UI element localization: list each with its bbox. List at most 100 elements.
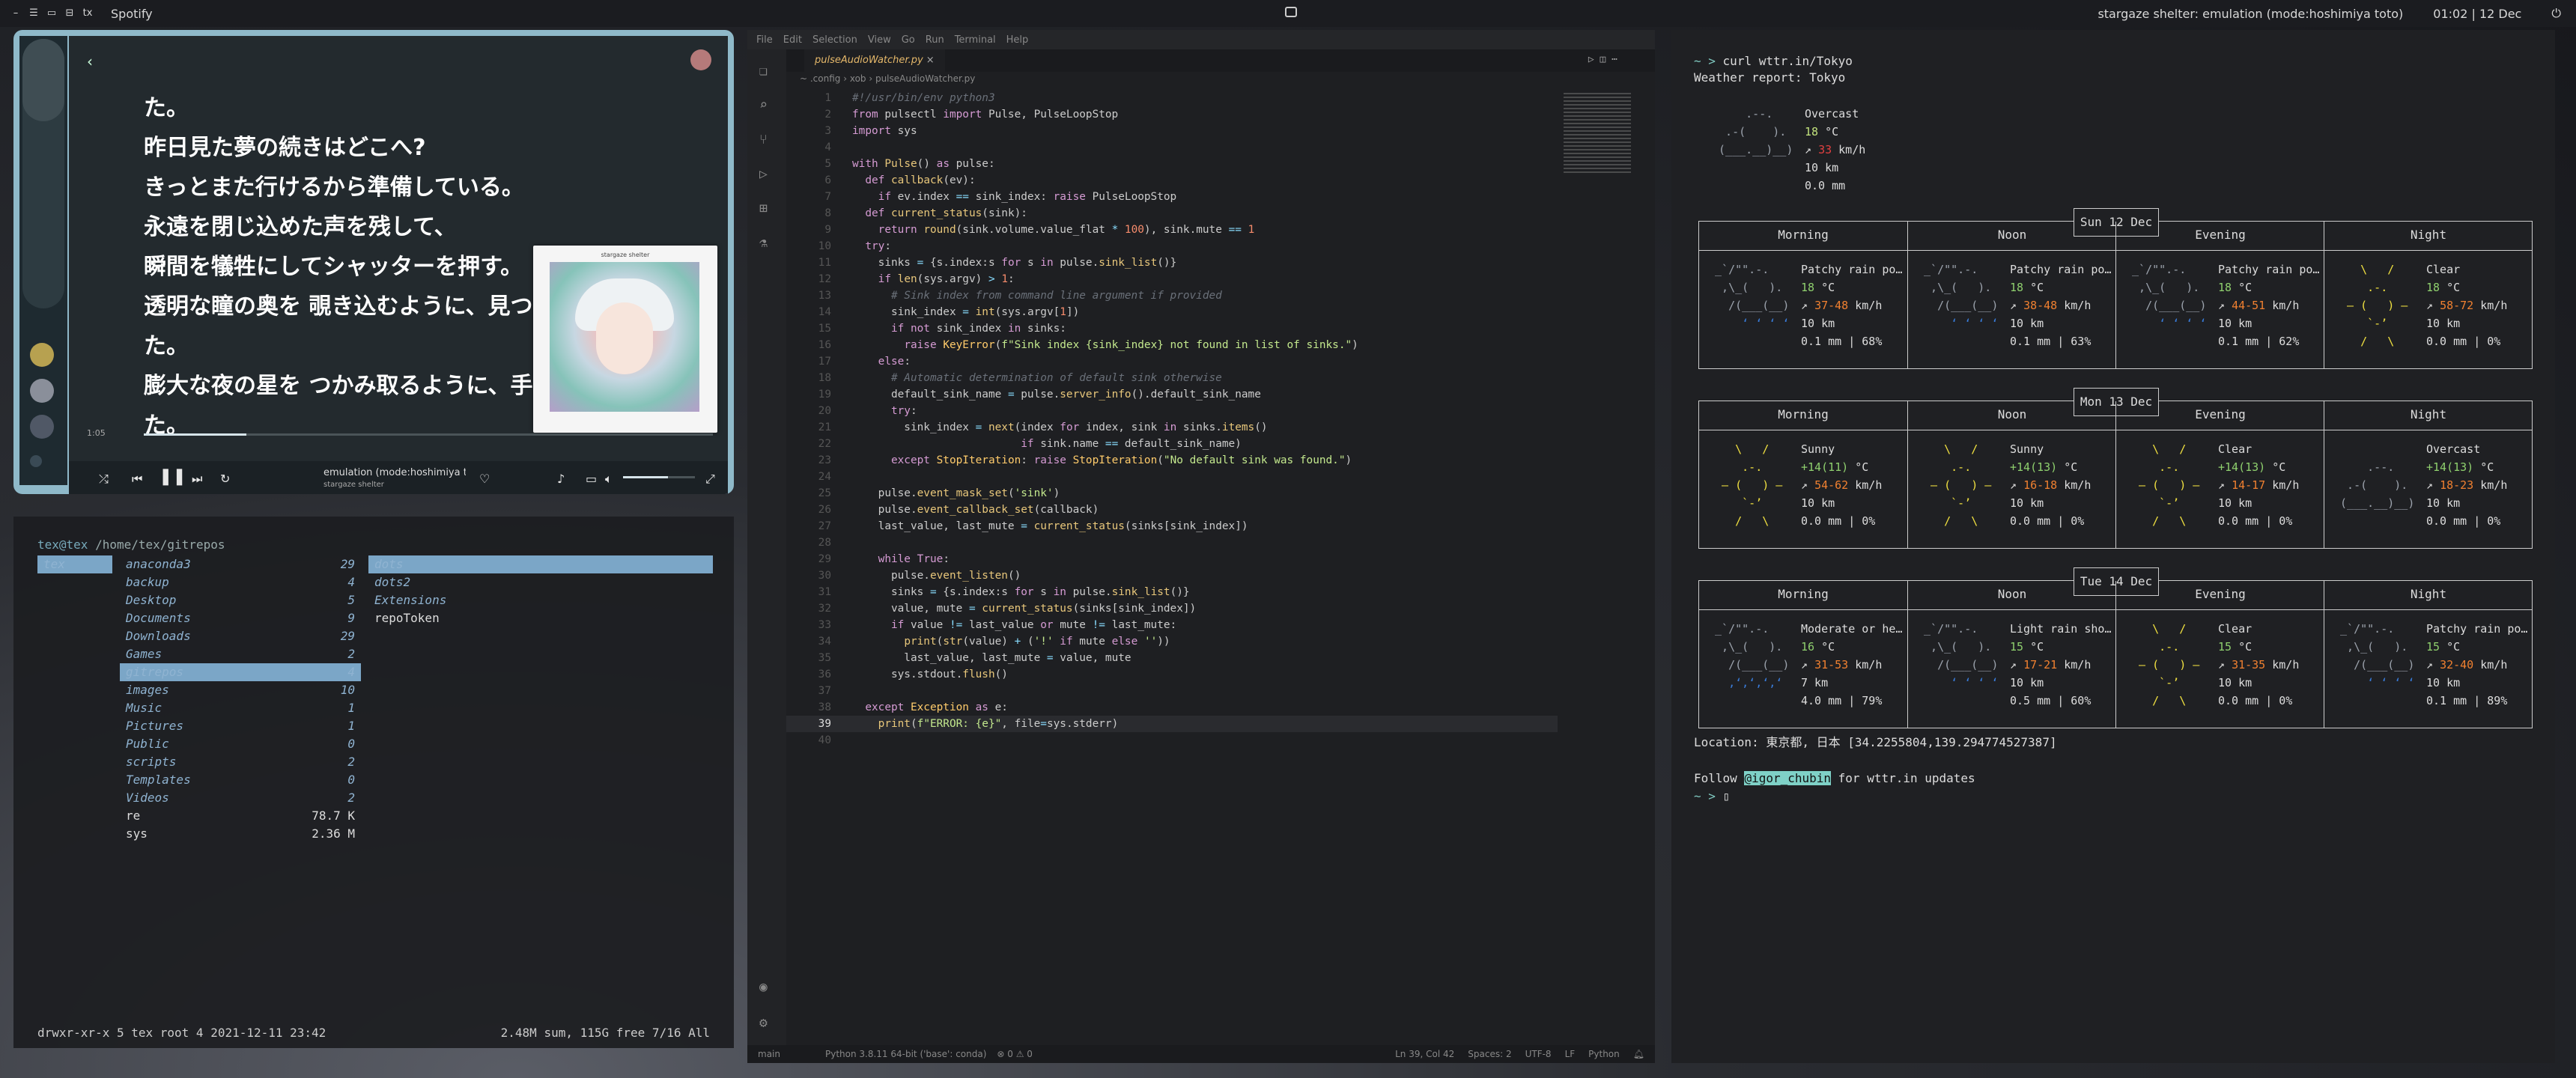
code-line[interactable]: 19 default_sink_name = pulse.server_info… <box>786 386 1558 403</box>
language-status[interactable]: Python <box>1588 1049 1620 1059</box>
back-arrow-icon[interactable]: ‹ <box>87 52 93 70</box>
source-control-icon[interactable]: ⑂ <box>759 132 774 147</box>
pause-button[interactable]: ❚❚ <box>159 467 186 486</box>
cursor-position[interactable]: Ln 39, Col 42 <box>1395 1049 1454 1059</box>
run-debug-icon[interactable]: ▷ <box>759 166 774 182</box>
shuffle-icon[interactable]: ⤮ <box>99 472 109 487</box>
code-line[interactable]: 36 sys.stdout.flush() <box>786 666 1558 683</box>
code-line[interactable]: 2 from pulsectl import Pulse, PulseLoopSt… <box>786 106 1558 123</box>
code-line[interactable]: 15 if not sink_index in sinks: <box>786 320 1558 337</box>
code-line[interactable]: 10 try: <box>786 238 1558 255</box>
explorer-icon[interactable]: ❏ <box>759 63 774 79</box>
code-line[interactable]: 12 if len(sys.argv) > 1: <box>786 271 1558 287</box>
account-icon[interactable]: ◉ <box>759 979 774 995</box>
progress-bar[interactable] <box>144 433 713 436</box>
extensions-icon[interactable]: ⊞ <box>759 201 774 216</box>
encoding-status[interactable]: UTF-8 <box>1525 1049 1552 1059</box>
clock[interactable]: 01:02 | 12 Dec <box>2433 7 2521 21</box>
file-entry[interactable]: gitrepos 4 <box>120 663 361 681</box>
code-line[interactable]: 16 raise KeyError(f"Sink index {sink_ind… <box>786 337 1558 353</box>
code-editor[interactable]: 1 #!/usr/bin/env python3 2 from pulsectl im… <box>786 90 1558 749</box>
album-cover[interactable]: stargaze shelter <box>533 246 717 433</box>
bell-icon[interactable]: 🔔︎ <box>1633 1049 1644 1059</box>
code-line[interactable]: 1 #!/usr/bin/env python3 <box>786 90 1558 106</box>
window-overview-icon[interactable] <box>1285 7 1297 17</box>
file-entry[interactable]: Games 2 <box>120 645 361 663</box>
user-avatar[interactable] <box>690 49 711 70</box>
fullscreen-icon[interactable]: ⤢ <box>705 472 715 487</box>
menu-selection[interactable]: Selection <box>812 34 857 46</box>
workspace-switcher[interactable]: – ☰ ▭ ⊟ tx <box>10 8 93 19</box>
next-icon[interactable]: ⏭ <box>192 472 202 487</box>
code-line[interactable]: 7 if ev.index == sink_index: raise Pulse… <box>786 189 1558 205</box>
workspace-3[interactable]: ▭ <box>46 8 57 19</box>
file-entry[interactable]: Downloads 29 <box>120 627 361 645</box>
menu-view[interactable]: View <box>868 34 891 46</box>
code-line[interactable]: 11 sinks = {s.index:s for s in pulse.sin… <box>786 255 1558 271</box>
file-entry[interactable]: Documents 9 <box>120 609 361 627</box>
workspace-2[interactable]: ☰ <box>28 8 39 19</box>
code-line[interactable]: 6 def callback(ev): <box>786 172 1558 189</box>
heart-icon[interactable]: ♡ <box>479 472 490 486</box>
code-line[interactable]: 24 <box>786 469 1558 485</box>
menu-run[interactable]: Run <box>926 34 944 46</box>
preview-entry[interactable]: dots <box>368 555 713 573</box>
code-line[interactable]: 39 print(f"ERROR: {e}", file=sys.stderr) <box>786 716 1558 732</box>
follow-handle[interactable]: @igor_chubin <box>1744 771 1832 785</box>
code-line[interactable]: 27 last_value, last_mute = current_statu… <box>786 518 1558 535</box>
volume-slider[interactable] <box>623 476 695 478</box>
code-line[interactable]: 25 pulse.event_mask_set('sink') <box>786 485 1558 502</box>
code-line[interactable]: 33 if value != last_value or mute != las… <box>786 617 1558 633</box>
lyrics-mic-icon[interactable]: ♪ <box>557 472 565 486</box>
weather-terminal[interactable]: ~ > curl wttr.in/Tokyo Weather report: T… <box>1671 30 2555 1063</box>
code-line[interactable]: 38 except Exception as e: <box>786 699 1558 716</box>
code-line[interactable]: 40 <box>786 732 1558 749</box>
branch-status[interactable]: main <box>758 1049 780 1059</box>
code-line[interactable]: 8 def current_status(sink): <box>786 205 1558 222</box>
code-line[interactable]: 32 value, mute = current_status(sinks[si… <box>786 600 1558 617</box>
preview-entry[interactable]: repoToken <box>368 609 713 627</box>
gear-icon[interactable]: ⚙ <box>759 1015 774 1031</box>
code-line[interactable]: 28 <box>786 535 1558 551</box>
problems-status[interactable]: ⊗ 0 ⚠ 0 <box>997 1049 1033 1059</box>
playlist-avatar[interactable] <box>30 379 54 403</box>
code-line[interactable]: 4 <box>786 139 1558 156</box>
preview-entry[interactable]: Extensions <box>368 591 713 609</box>
playlist-avatar[interactable] <box>30 343 54 367</box>
workspace-1[interactable]: – <box>10 8 21 19</box>
code-line[interactable]: 3 import sys <box>786 123 1558 139</box>
code-line[interactable]: 9 return round(sink.volume.value_flat * … <box>786 222 1558 238</box>
parent-dir[interactable]: tex <box>37 555 112 573</box>
track-artist[interactable]: stargaze shelter <box>323 481 384 489</box>
file-entry[interactable]: Pictures 1 <box>120 717 361 735</box>
track-title[interactable]: emulation (mode:hoshimiya to <box>323 467 466 478</box>
previous-icon[interactable]: ⏮ <box>132 472 142 487</box>
file-entry[interactable]: Templates 0 <box>120 771 361 789</box>
code-line[interactable]: 17 else: <box>786 353 1558 370</box>
menu-edit[interactable]: Edit <box>783 34 802 46</box>
code-line[interactable]: 20 try: <box>786 403 1558 419</box>
preview-entry[interactable]: dots2 <box>368 573 713 591</box>
eol-status[interactable]: LF <box>1565 1049 1576 1059</box>
search-icon[interactable]: ⌕ <box>759 97 774 113</box>
code-line[interactable]: 13 # Sink index from command line argume… <box>786 287 1558 304</box>
tab-pulseaudiowatcher[interactable]: pulseAudioWatcher.py × <box>804 49 945 72</box>
file-entry[interactable]: anaconda3 29 <box>120 555 361 573</box>
breadcrumb[interactable]: ~ .config › xob › pulseAudioWatcher.py <box>800 73 975 84</box>
code-line[interactable]: 29 while True: <box>786 551 1558 567</box>
menu-go[interactable]: Go <box>902 34 915 46</box>
file-entry[interactable]: images 10 <box>120 681 361 699</box>
code-line[interactable]: 18 # Automatic determination of default … <box>786 370 1558 386</box>
file-entry[interactable]: Public 0 <box>120 735 361 753</box>
code-line[interactable]: 21 sink_index = next(index for index, si… <box>786 419 1558 436</box>
file-entry[interactable]: scripts 2 <box>120 753 361 771</box>
power-icon[interactable]: ⏻ <box>2551 6 2561 21</box>
devices-icon[interactable]: ▭ <box>586 472 597 486</box>
menu-file[interactable]: File <box>756 34 773 46</box>
file-entry[interactable]: re 78.7 K <box>120 807 361 825</box>
code-line[interactable]: 37 <box>786 683 1558 699</box>
python-interpreter[interactable]: Python 3.8.11 64-bit ('base': conda) <box>825 1049 986 1059</box>
run-icon[interactable]: ▷ ◫ ⋯ <box>1588 54 1617 65</box>
code-line[interactable]: 35 last_value, last_mute = value, mute <box>786 650 1558 666</box>
menu-terminal[interactable]: Terminal <box>955 34 996 46</box>
